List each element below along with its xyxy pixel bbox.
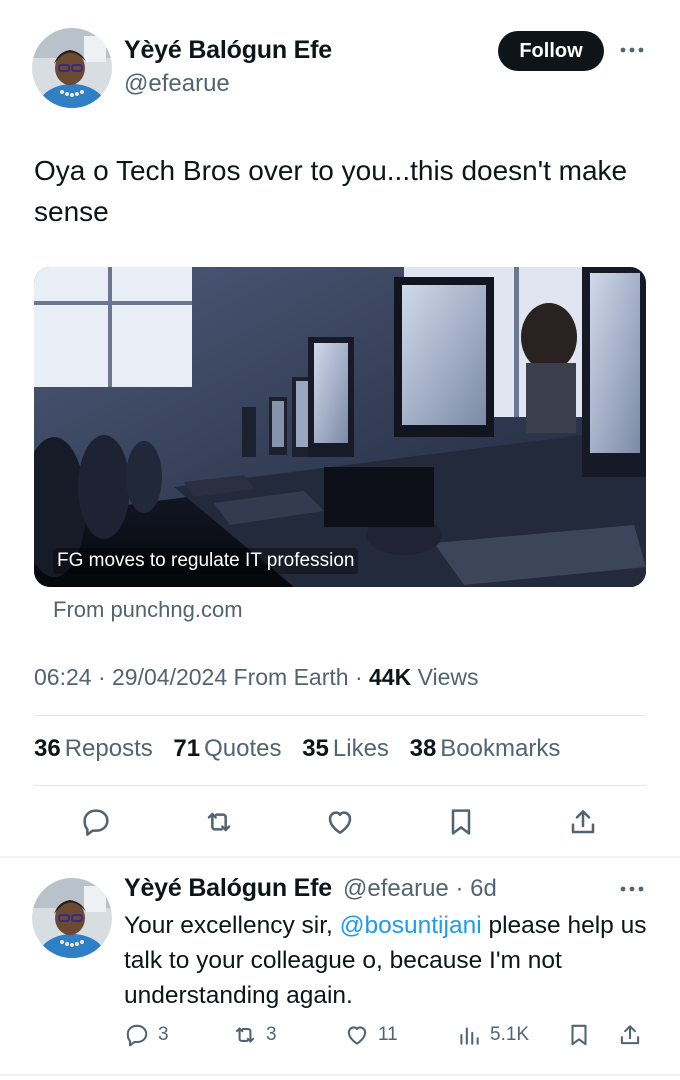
stat-likes[interactable]: 35 Likes [302,735,389,762]
views-label: Views [417,664,479,690]
reply-views-button[interactable]: 5.1K [456,1022,529,1048]
link-card-source[interactable]: From punchng.com [53,597,243,623]
reply-icon [126,1024,148,1047]
share-icon [620,1025,640,1045]
views-icon [460,1027,479,1045]
author-handle[interactable]: @efearue [124,70,230,98]
reply-reply-button[interactable]: 3 [124,1022,169,1048]
author-avatar[interactable] [32,28,112,108]
tweet-source: From Earth [233,664,349,690]
repost-count: 3 [266,1024,277,1045]
reply-author-name[interactable]: Yèyé Balógun Efe [124,874,332,903]
like-count: 11 [378,1024,398,1045]
reply-share-button[interactable] [617,1022,651,1048]
views-count: 44K [369,664,412,690]
share-icon[interactable] [567,806,599,838]
reply-icon[interactable] [80,806,112,838]
reply-more-options-icon[interactable] [619,884,645,894]
section-separator [0,1074,680,1076]
stat-bookmarks[interactable]: 38 Bookmarks [410,735,561,762]
divider [34,785,646,786]
reply-handle-line: @efearue · 6d [343,875,497,902]
reply-like-button[interactable]: 11 [344,1022,398,1048]
stat-quotes[interactable]: 71 Quotes [173,735,281,762]
reply-count: 3 [158,1024,169,1045]
stat-reposts[interactable]: 36 Reposts [34,735,153,762]
link-card-image[interactable] [34,267,646,587]
divider [34,715,646,716]
engagement-stats: 36 Reposts 71 Quotes 35 Likes 38 Bookmarks [34,735,574,763]
bookmark-icon [571,1024,587,1046]
tweet-metadata: 06:24 · 29/04/2024 From Earth · 44K View… [34,664,479,690]
bookmark-icon[interactable] [445,806,477,838]
reply-author-avatar[interactable] [32,878,112,958]
repost-icon [235,1027,255,1043]
like-icon [347,1026,367,1045]
follow-button[interactable]: Follow [498,31,604,71]
tweet-text: Oya o Tech Bros over to you...this doesn… [34,155,628,227]
more-options-icon[interactable] [619,45,645,55]
reply-repost-button[interactable]: 3 [232,1022,277,1048]
link-card-title: FG moves to regulate IT profession [53,548,359,574]
avatar-image [32,878,112,958]
reply-bookmark-button[interactable] [566,1022,600,1048]
tweet-date[interactable]: 29/04/2024 [112,664,227,690]
views-count: 5.1K [490,1024,530,1045]
reply-text: Your excellency sir, @bosuntijani please… [124,908,654,1013]
mention-link[interactable]: @bosuntijani [340,912,482,939]
repost-icon[interactable] [203,806,235,838]
author-name[interactable]: Yèyé Balógun Efe [124,36,332,65]
avatar-image [32,28,112,108]
section-separator [0,856,680,858]
tweet-time[interactable]: 06:24 [34,664,92,690]
reply-age[interactable]: 6d [470,875,497,902]
reply-author-handle[interactable]: @efearue [343,875,449,902]
like-icon[interactable] [324,806,356,838]
reply-text-part: Your excellency sir, [124,912,340,939]
